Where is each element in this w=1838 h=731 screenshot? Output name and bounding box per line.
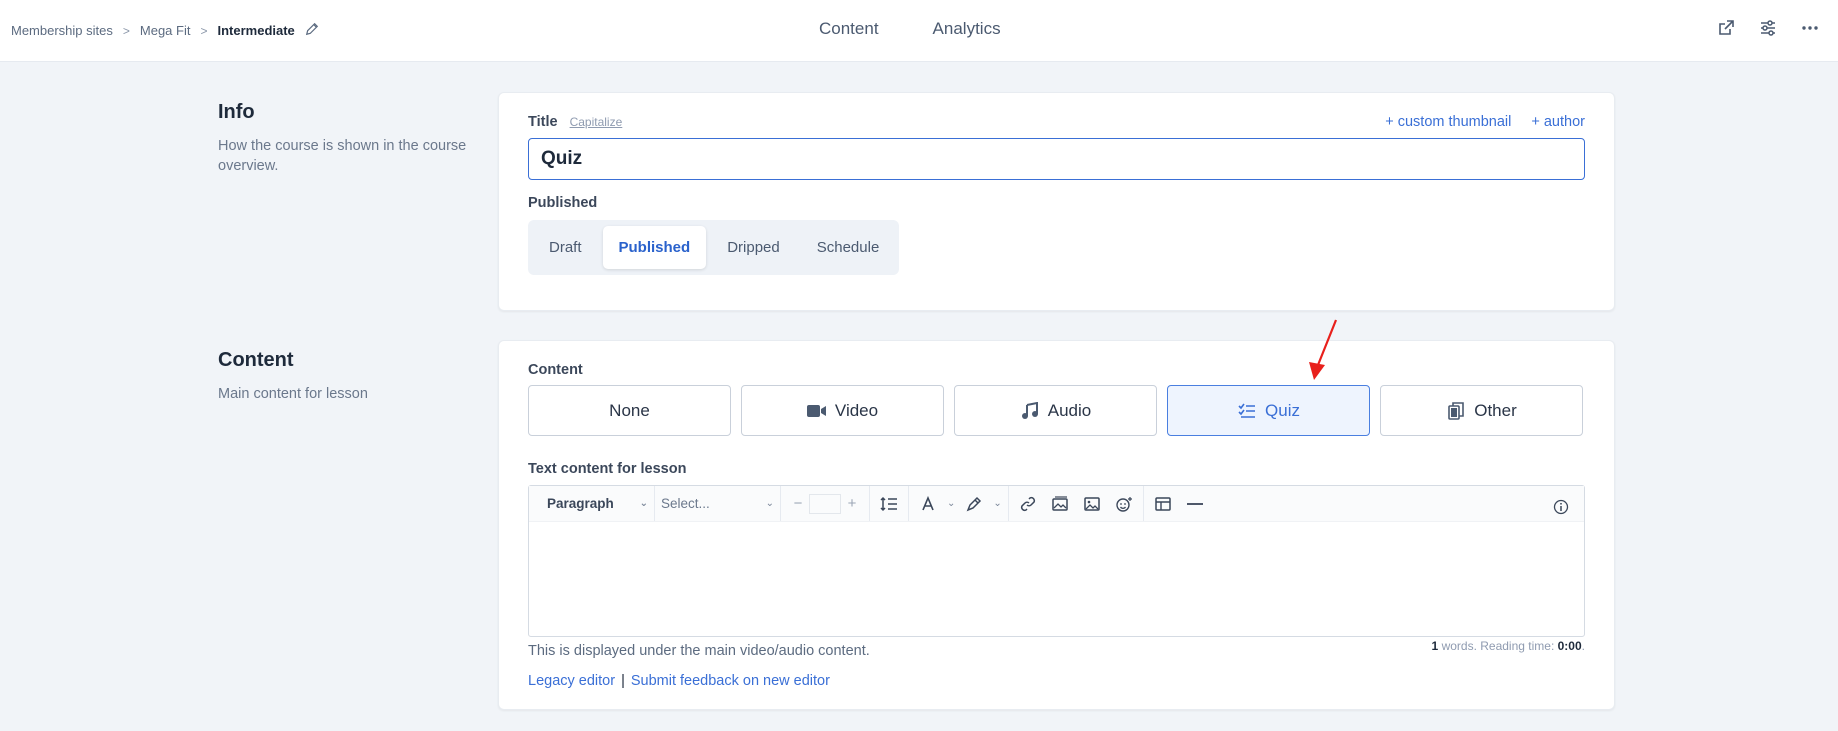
breadcrumb-separator-icon: > [200,23,208,38]
content-type-quiz-label: Quiz [1265,400,1300,420]
info-section-label: Info How the course is shown in the cour… [218,101,478,176]
music-note-icon [1020,401,1040,420]
tab-analytics[interactable]: Analytics [933,19,1001,39]
content-section-label: Content Main content for lesson [218,349,478,404]
top-bar: Membership sites > Mega Fit > Intermedia… [0,0,1838,62]
content-type-buttons: None Video Audio Quiz Other [528,385,1583,436]
line-height-group [870,486,909,521]
table-icon[interactable] [1150,491,1176,517]
content-type-audio-label: Audio [1047,400,1092,420]
increase-font-size-button[interactable]: + [841,495,863,512]
content-type-label: Content [528,362,583,378]
chevron-down-icon[interactable]: ⌄ [947,498,955,509]
text-color-icon[interactable] [915,491,941,517]
editor-content-area[interactable] [529,522,1584,636]
top-actions [1716,18,1820,38]
editor-toolbar: Paragraph ⌄ Select... ⌄ − + ⌄ ⌄ [529,486,1584,522]
breadcrumb-separator-icon: > [122,23,130,38]
link-icon[interactable] [1015,491,1041,517]
reading-time-value: 0:00 [1557,639,1582,653]
content-heading: Content [218,349,294,371]
chevron-down-icon: ⌄ [765,498,774,509]
pencil-icon[interactable] [305,22,319,39]
font-size-input[interactable] [809,493,841,514]
breadcrumb-item-mega-fit[interactable]: Mega Fit [140,23,191,38]
info-icon[interactable] [1548,494,1574,520]
link-divider: | [621,673,625,689]
tab-content[interactable]: Content [819,19,879,39]
breadcrumb-item-current: Intermediate [217,23,295,38]
published-option-schedule[interactable]: Schedule [801,226,896,269]
annotation-arrow-icon [1309,319,1338,380]
paragraph-style-dropdown[interactable]: Paragraph ⌄ [537,486,655,521]
published-option-published[interactable]: Published [602,226,707,269]
editor-footer-links: Legacy editor | Submit feedback on new e… [528,673,830,689]
published-segmented-control: Draft Published Dripped Schedule [528,220,899,275]
title-label: Title Capitalize [528,114,622,130]
more-icon[interactable] [1800,18,1820,38]
content-type-video-label: Video [834,400,879,420]
capitalize-link[interactable]: Capitalize [570,115,623,129]
content-type-other-label: Other [1474,400,1517,420]
insert-media-group [1009,486,1144,521]
title-label-text: Title [528,114,558,130]
info-description: How the course is shown in the course ov… [218,138,467,174]
insert-block-group [1144,486,1214,521]
info-card: Title Capitalize + custom thumbnail + au… [498,92,1615,311]
emoji-icon[interactable] [1111,491,1137,517]
rich-text-editor: Paragraph ⌄ Select... ⌄ − + ⌄ ⌄ [528,485,1585,637]
published-label: Published [528,195,598,211]
line-height-icon[interactable] [876,491,902,517]
settings-sliders-icon[interactable] [1758,18,1778,38]
legacy-editor-link[interactable]: Legacy editor [528,673,615,689]
documents-icon [1446,401,1466,420]
main-tabs: Content Analytics [819,19,1001,39]
highlight-pen-icon[interactable] [961,491,987,517]
video-camera-icon [806,402,827,420]
font-size-stepper: − + [781,486,870,521]
paragraph-style-value: Paragraph [547,496,614,511]
word-count-label: words. Reading time: [1438,639,1558,653]
title-input[interactable]: Quiz [528,138,1585,180]
info-heading: Info [218,101,255,123]
font-family-select[interactable]: Select... ⌄ [655,486,781,521]
content-type-audio-button[interactable]: Audio [954,385,1157,436]
content-type-quiz-button[interactable]: Quiz [1167,385,1370,436]
chevron-down-icon: ⌄ [639,498,648,509]
submit-feedback-link[interactable]: Submit feedback on new editor [631,673,830,689]
decrease-font-size-button[interactable]: − [787,495,809,512]
content-description: Main content for lesson [218,386,368,402]
author-link[interactable]: + author [1531,114,1585,130]
word-count: 1 words. Reading time: 0:00. [1432,639,1585,653]
editor-helper-text: This is displayed under the main video/a… [528,643,870,659]
published-option-dripped[interactable]: Dripped [711,226,796,269]
external-link-icon[interactable] [1716,18,1736,38]
title-extra-links: + custom thumbnail + author [1385,114,1585,130]
content-type-other-button[interactable]: Other [1380,385,1583,436]
breadcrumb: Membership sites > Mega Fit > Intermedia… [11,22,319,39]
horizontal-rule-icon[interactable] [1182,491,1208,517]
content-card: Content None Video Audio Quiz Other Text… [498,340,1615,710]
checklist-icon [1237,402,1257,420]
image-icon[interactable] [1079,491,1105,517]
custom-thumbnail-link[interactable]: + custom thumbnail [1385,114,1511,130]
breadcrumb-item-membership-sites[interactable]: Membership sites [11,23,113,38]
content-type-video-button[interactable]: Video [741,385,944,436]
color-group: ⌄ ⌄ [909,486,1009,521]
text-content-label: Text content for lesson [528,461,687,477]
font-family-placeholder: Select... [661,496,710,511]
content-type-none-button[interactable]: None [528,385,731,436]
image-gallery-icon[interactable] [1047,491,1073,517]
content-type-none-label: None [609,400,650,420]
chevron-down-icon[interactable]: ⌄ [993,498,1001,509]
published-option-draft[interactable]: Draft [533,226,598,269]
word-count-period: . [1581,639,1585,653]
